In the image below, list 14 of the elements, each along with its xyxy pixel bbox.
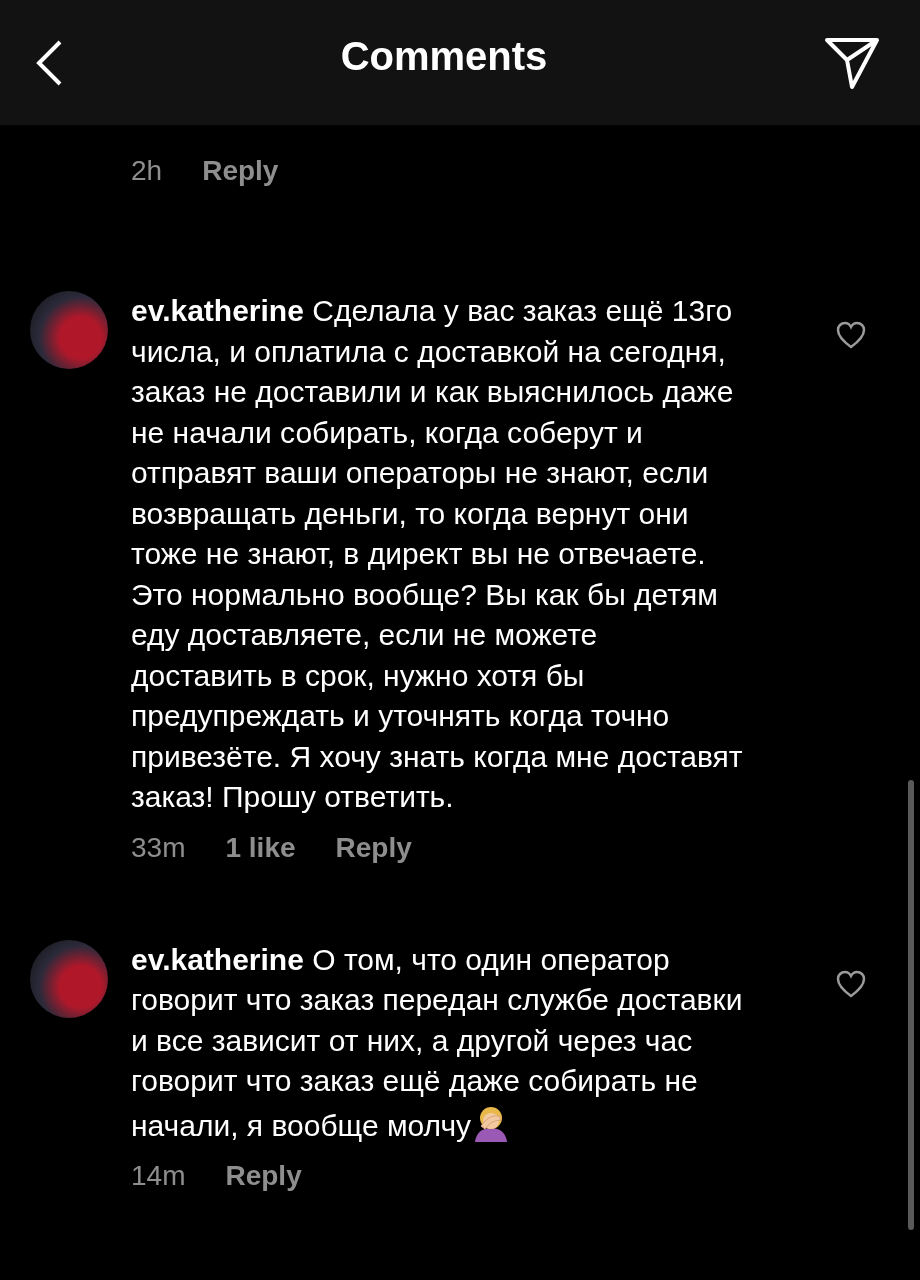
like-count[interactable]: 1 like xyxy=(225,831,296,864)
comment-time: 2h xyxy=(131,155,163,187)
heart-icon[interactable] xyxy=(836,321,866,349)
comment-text: ev.katherine О том, что один оператор говорит что заказ передан службе доставки и все зависит от них, а другой через час говорит что заказ ещё даже собирать не начали, я вообще молчу xyxy=(131,941,744,1144)
heart-icon[interactable] xyxy=(836,969,866,998)
back-icon[interactable] xyxy=(34,38,64,87)
comment-time: 33m xyxy=(131,831,186,864)
page-title: Comments xyxy=(340,34,548,80)
comment-time: 14m xyxy=(131,1160,186,1192)
reply-link[interactable]: Reply xyxy=(335,831,412,864)
reply-link[interactable]: Reply xyxy=(202,155,279,187)
comment-text: ev.katherine Сделала у вас заказ ещё 13го числа, и оплатила с доставкой на сегодня, заказ не доставили и как выяснилось даже не начали собирать, когда соберут и отправят ваши операторы не знают, если возвращать деньги, то когда вернут они тоже не знают, в директ вы не отвечаете. Это нормально вообще? Вы как бы детям еду доставляете, если не можете доставить в срок, нужно хотя бы предупреждать и уточнять когда точно привезёте. Я хочу знать когда мне доставят заказ! Прошу ответить. xyxy=(131,293,744,815)
send-icon[interactable] xyxy=(824,35,880,90)
reply-link[interactable]: Reply xyxy=(225,1160,302,1192)
